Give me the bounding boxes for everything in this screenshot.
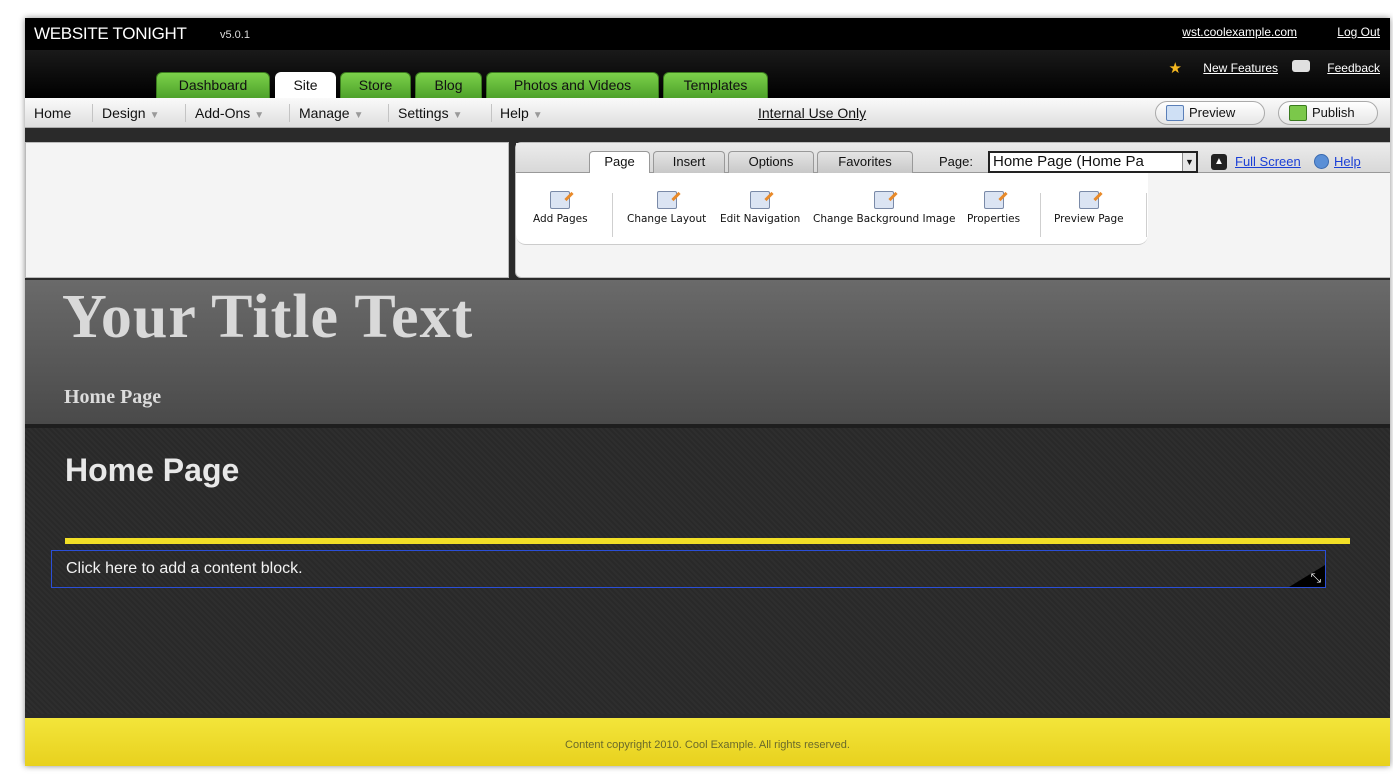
preview-button-label: Preview <box>1189 105 1236 120</box>
editor-window: WEBSITE TONIGHT v5.0.1 wst.coolexample.c… <box>25 18 1390 766</box>
chevron-down-icon: ▼ <box>1182 153 1196 171</box>
add-pages-label: Add Pages <box>533 213 588 225</box>
publish-button-label: Publish <box>1312 105 1355 120</box>
resize-icon: ⤡ <box>1310 570 1321 585</box>
main-tab-bar: Dashboard Site Store Blog Photos and Vid… <box>25 50 1390 98</box>
menu-design-label: Design <box>102 105 146 121</box>
tab-store[interactable]: Store <box>340 72 411 98</box>
menu-divider <box>388 104 389 122</box>
tab-templates[interactable]: Templates <box>663 72 768 98</box>
magnifier-icon <box>1078 191 1099 209</box>
publish-icon <box>1289 105 1307 121</box>
site-header[interactable]: Your Title Text Home Page <box>25 280 1390 424</box>
preview-page-label: Preview Page <box>1054 213 1124 225</box>
menu-divider <box>92 104 93 122</box>
page-content-area: Home Page Click here to add a content bl… <box>25 424 1390 714</box>
left-panel <box>25 142 509 278</box>
chevron-down-icon: ▼ <box>149 110 160 121</box>
app-version: v5.0.1 <box>220 29 250 41</box>
ribbon-tab-bar: Page Insert Options Favorites Page: Home… <box>516 143 1390 174</box>
site-footer: Content copyright 2010. Cool Example. Al… <box>25 718 1390 766</box>
site-nav-item-home[interactable]: Home Page <box>64 386 161 409</box>
menu-settings-label: Settings <box>398 105 449 121</box>
app-brand: WEBSITE TONIGHT <box>34 24 187 43</box>
tab-dashboard[interactable]: Dashboard <box>156 72 270 98</box>
chevron-down-icon: ▼ <box>353 110 364 121</box>
site-domain-link[interactable]: wst.coolexample.com <box>1182 25 1297 39</box>
preview-icon <box>1166 105 1184 121</box>
feedback-icon <box>1292 60 1310 72</box>
ribbon-tab-options[interactable]: Options <box>728 151 814 173</box>
chevron-down-icon: ▼ <box>254 110 265 121</box>
menu-divider <box>491 104 492 122</box>
full-screen-link[interactable]: Full Screen <box>1235 154 1301 169</box>
help-icon <box>1314 154 1329 169</box>
tab-blog[interactable]: Blog <box>415 72 482 98</box>
menu-home[interactable]: Home <box>34 105 71 121</box>
menu-add-ons[interactable]: Add-Ons ▼ <box>195 105 264 121</box>
navigation-icon <box>750 191 771 209</box>
feedback-link[interactable]: Feedback <box>1327 61 1380 75</box>
change-background-label: Change Background Image <box>813 213 956 225</box>
tool-divider <box>612 193 613 237</box>
help-link[interactable]: Help <box>1334 154 1361 169</box>
menu-manage-label: Manage <box>299 105 350 121</box>
new-features-link[interactable]: New Features <box>1203 61 1278 75</box>
edit-navigation-label: Edit Navigation <box>720 213 801 225</box>
add-content-block-prompt: Click here to add a content block. <box>66 560 303 577</box>
menu-design[interactable]: Design ▼ <box>102 105 160 121</box>
wrench-icon <box>983 191 1004 209</box>
page-heading[interactable]: Home Page <box>65 452 239 489</box>
menu-manage[interactable]: Manage ▼ <box>299 105 364 121</box>
menu-bar: Home Design ▼ Add-Ons ▼ Manage ▼ Settings ▼ … <box>25 98 1390 128</box>
add-content-block[interactable]: Click here to add a content block. ⤡ <box>51 550 1326 588</box>
logout-link[interactable]: Log Out <box>1337 25 1380 39</box>
ribbon-tab-page[interactable]: Page <box>589 151 650 174</box>
ribbon-tab-favorites[interactable]: Favorites <box>817 151 913 173</box>
change-background-image-button[interactable]: Change Background Image <box>813 191 955 225</box>
menu-add-ons-label: Add-Ons <box>195 105 251 121</box>
internal-use-only-link[interactable]: Internal Use Only <box>758 105 866 121</box>
page-select[interactable]: Home Page (Home Pa ▼ <box>988 151 1198 173</box>
page-select-label: Page: <box>939 154 973 169</box>
publish-button[interactable]: Publish <box>1278 101 1378 125</box>
footer-copyright: Content copyright 2010. Cool Example. Al… <box>565 739 850 751</box>
tab-photos-and-videos[interactable]: Photos and Videos <box>486 72 659 98</box>
preview-button[interactable]: Preview <box>1155 101 1265 125</box>
menu-divider <box>185 104 186 122</box>
page-select-value: Home Page (Home Pa <box>993 153 1144 170</box>
ribbon-tab-insert[interactable]: Insert <box>653 151 725 173</box>
layout-icon <box>656 191 677 209</box>
ribbon-tools: Add Pages Change Layout Edit Navigation … <box>516 173 1148 245</box>
properties-button[interactable]: Properties <box>967 191 1020 225</box>
properties-label: Properties <box>967 213 1021 225</box>
top-bar: WEBSITE TONIGHT v5.0.1 wst.coolexample.c… <box>25 18 1390 50</box>
menu-help[interactable]: Help ▼ <box>500 105 543 121</box>
chevron-down-icon: ▼ <box>452 110 463 121</box>
tab-site[interactable]: Site <box>275 72 336 98</box>
editor-ribbon: Page Insert Options Favorites Page: Home… <box>515 142 1390 278</box>
add-page-icon <box>550 191 571 209</box>
background-image-icon <box>874 191 895 209</box>
star-icon: ★ <box>1168 60 1182 77</box>
menu-divider <box>289 104 290 122</box>
edit-navigation-button[interactable]: Edit Navigation <box>720 191 800 225</box>
full-screen-icon[interactable]: ▲ <box>1211 154 1227 170</box>
change-layout-label: Change Layout <box>627 213 707 225</box>
menu-help-label: Help <box>500 105 529 121</box>
change-layout-button[interactable]: Change Layout <box>627 191 706 225</box>
site-title[interactable]: Your Title Text <box>62 282 473 353</box>
preview-page-button[interactable]: Preview Page <box>1054 191 1124 225</box>
menu-settings[interactable]: Settings ▼ <box>398 105 463 121</box>
add-pages-button[interactable]: Add Pages <box>533 191 588 225</box>
tool-divider <box>1146 193 1147 237</box>
tool-divider <box>1040 193 1041 237</box>
chevron-down-icon: ▼ <box>532 110 543 121</box>
accent-divider <box>65 538 1350 544</box>
